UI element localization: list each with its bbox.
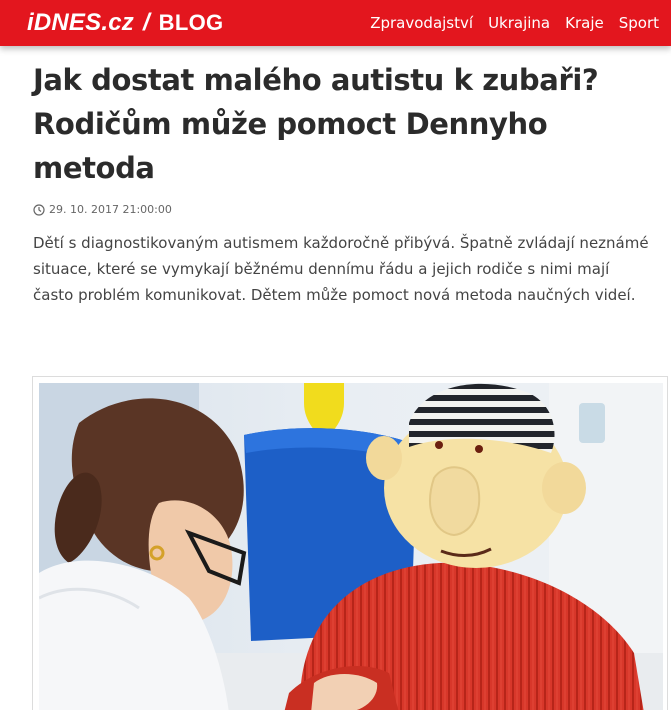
article-photo-illustration — [39, 383, 663, 710]
site-header: iDNES.cz / BLOG Zpravodajství Ukrajina K… — [0, 0, 671, 46]
article-photo[interactable] — [32, 376, 668, 710]
logo-brand: iDNES.cz — [27, 9, 134, 36]
article-title: Jak dostat malého autistu k zubaři? Rodi… — [33, 63, 599, 185]
clock-icon — [33, 203, 45, 216]
nav-item-kraje[interactable]: Kraje — [565, 14, 604, 32]
nav-item-sport[interactable]: Sport — [619, 14, 659, 32]
logo-separator: / — [142, 9, 150, 36]
article-meta: 29. 10. 2017 21:00:00 — [33, 203, 172, 216]
article-perex: Dětí s diagnostikovaným autismem každoro… — [33, 234, 649, 304]
logo-section: BLOG — [158, 10, 224, 35]
article-datetime: 29. 10. 2017 21:00:00 — [49, 203, 172, 216]
main-nav: Zpravodajství Ukrajina Kraje Sport — [355, 14, 671, 32]
site-logo[interactable]: iDNES.cz / BLOG — [0, 9, 223, 37]
nav-item-ukrajina[interactable]: Ukrajina — [488, 14, 550, 32]
nav-item-zpravodajstvi[interactable]: Zpravodajství — [370, 14, 473, 32]
